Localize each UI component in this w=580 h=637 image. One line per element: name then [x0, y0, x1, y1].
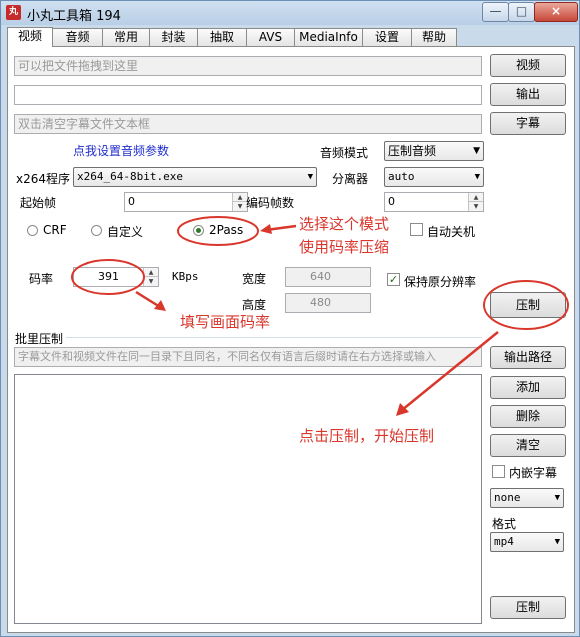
compress-highlight-ellipse — [483, 280, 569, 330]
annotation-bitrate: 填写画面码率 — [180, 313, 271, 331]
annotation-start: 点击压制，开始压制 — [299, 427, 435, 445]
annotation-overlay — [71, 216, 569, 416]
annotation-arrow — [401, 331, 499, 411]
annotation-mode-line1: 选择这个模式 — [299, 215, 390, 233]
annotation-mode-line2: 使用码率压缩 — [299, 238, 390, 256]
twopass-highlight-ellipse — [177, 216, 259, 246]
tab-video[interactable]: 视频 — [7, 27, 53, 47]
bitrate-highlight-ellipse — [71, 259, 145, 295]
annotation-arrow — [135, 290, 161, 309]
arrow-head-icon — [260, 224, 272, 234]
